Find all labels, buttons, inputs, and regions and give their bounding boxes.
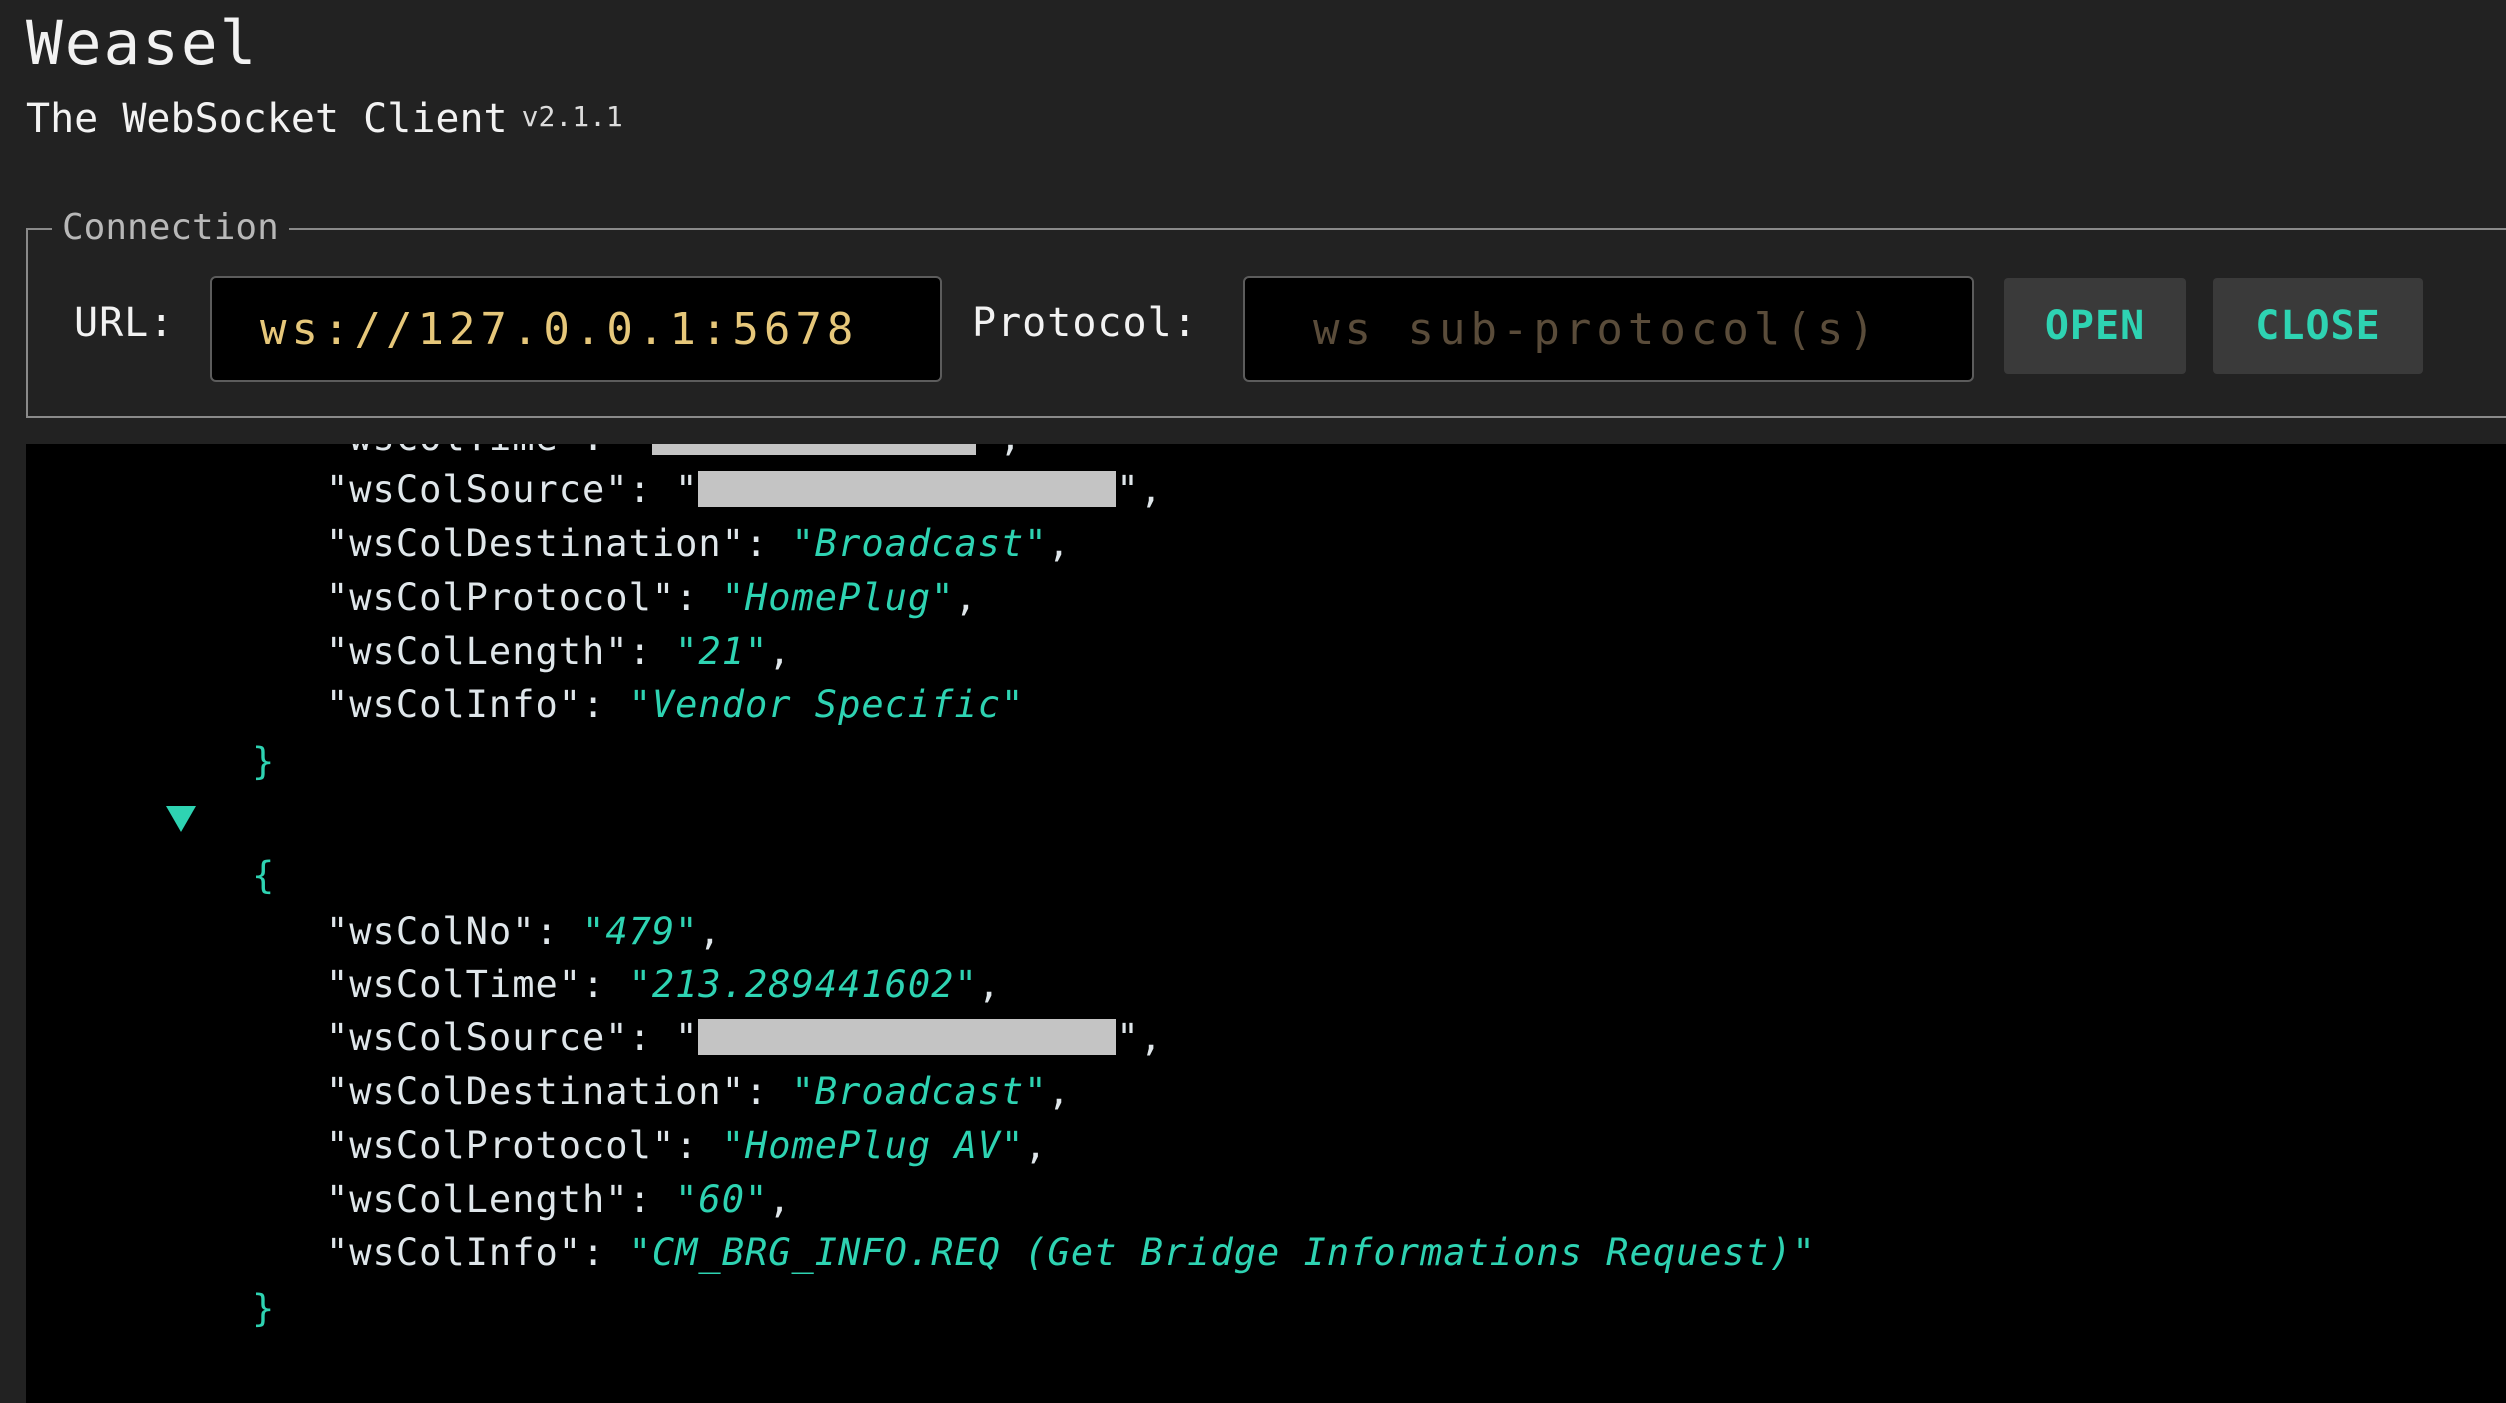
log-line-destination: "wsColDestination": "Broadcast", <box>326 1070 1071 1113</box>
log-line-info: "wsColInfo": "Vendor Specific" <box>326 683 1025 726</box>
log-close-brace: } <box>252 740 276 783</box>
close-button[interactable]: CLOSE <box>2213 278 2423 374</box>
protocol-input[interactable] <box>1243 276 1974 382</box>
app-title: Weasel <box>26 8 259 79</box>
log-line-destination: "wsColDestination": "Broadcast", <box>326 522 1071 565</box>
redacted-value <box>698 1018 1117 1055</box>
app-version: v2.1.1 <box>521 100 623 133</box>
url-input[interactable] <box>210 276 942 382</box>
log-line-source: "wsColSource": " ", <box>326 1016 1163 1059</box>
log-line-protocol: "wsColProtocol": "HomePlug AV", <box>326 1124 1048 1167</box>
protocol-label: Protocol: <box>972 300 1198 346</box>
message-log[interactable]: "wsColTime": "", "wsColSource": "", "wsC… <box>26 444 2506 1403</box>
log-line-source: "wsColSource": " ", <box>326 468 1163 511</box>
log-line-no: "wsColNo": "479", <box>326 910 722 953</box>
triangle-down-icon[interactable] <box>166 806 196 832</box>
log-open-brace: { <box>252 854 276 897</box>
log-line-info: "wsColInfo": "CM_BRG_INFO.REQ (Get Bridg… <box>326 1231 1816 1274</box>
log-line-partial: "wsColTime": "", <box>326 444 1022 459</box>
log-line-length: "wsColLength": "60", <box>326 1178 792 1221</box>
open-button[interactable]: OPEN <box>2004 278 2186 374</box>
log-line-length: "wsColLength": "21", <box>326 630 792 673</box>
url-label: URL: <box>74 300 175 346</box>
redacted-value <box>698 470 1117 507</box>
app-subtitle: The WebSocket Client v2.1.1 <box>26 96 623 142</box>
connection-legend: Connection <box>52 207 289 248</box>
redacted-value <box>651 444 976 455</box>
app-subtitle-text: The WebSocket Client <box>26 96 508 142</box>
log-close-brace: } <box>252 1287 276 1330</box>
log-line-protocol: "wsColProtocol": "HomePlug", <box>326 576 978 619</box>
log-line-time: "wsColTime": "213.289441602", <box>326 963 1002 1006</box>
